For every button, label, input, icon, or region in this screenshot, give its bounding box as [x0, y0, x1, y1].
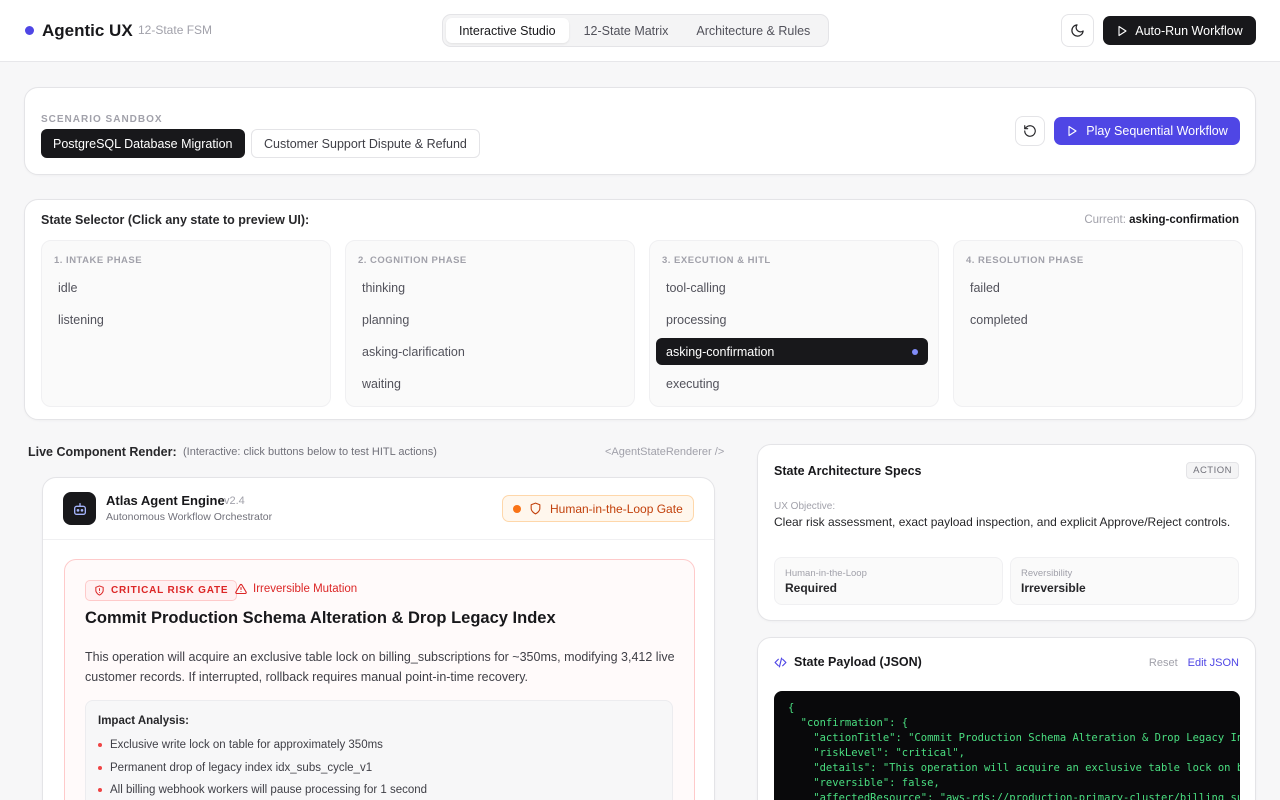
state-waiting[interactable]: waiting	[352, 370, 624, 397]
irreversible-tag: Irreversible Mutation	[235, 583, 357, 595]
brand-dot-icon	[25, 26, 34, 35]
state-type-badge: ACTION	[1186, 462, 1239, 479]
risk-description: This operation will acquire an exclusive…	[85, 650, 675, 684]
risk-title: Commit Production Schema Alteration & Dr…	[85, 609, 556, 627]
state-listening[interactable]: listening	[48, 306, 320, 333]
state-processing[interactable]: processing	[656, 306, 928, 333]
reversibility-spec-label: Reversibility	[1021, 568, 1073, 579]
scenario-support-dispute[interactable]: Customer Support Dispute & Refund	[251, 129, 480, 158]
phase-title: 4. RESOLUTION PHASE	[966, 255, 1084, 266]
reversibility-spec-value: Irreversible	[1021, 581, 1086, 595]
payload-reset-button[interactable]: Reset	[1149, 657, 1178, 669]
state-planning[interactable]: planning	[352, 306, 624, 333]
list-item: Permanent drop of legacy index idx_subs_…	[98, 757, 427, 780]
json-payload-viewer[interactable]: { "confirmation": { "actionTitle": "Comm…	[774, 691, 1240, 800]
payload-title-label: State Payload (JSON)	[794, 655, 922, 669]
specs-title: State Architecture Specs	[774, 464, 922, 478]
agent-avatar	[63, 492, 96, 525]
tab-interactive-studio[interactable]: Interactive Studio	[446, 18, 569, 43]
state-label: asking-confirmation	[666, 344, 775, 359]
tab-12-state-matrix[interactable]: 12-State Matrix	[571, 18, 682, 43]
phase-title: 1. INTAKE PHASE	[54, 255, 143, 266]
phase-resolution: 4. RESOLUTION PHASE failed completed	[953, 240, 1243, 407]
active-state-dot-icon	[912, 349, 918, 355]
scenario-sandbox: SCENARIO SANDBOX PostgreSQL Database Mig…	[24, 87, 1256, 175]
current-state-value: asking-confirmation	[1129, 214, 1239, 226]
agent-name: Atlas Agent Engine	[106, 493, 225, 508]
play-icon	[1068, 125, 1077, 137]
play-sequential-label: Play Sequential Workflow	[1086, 124, 1228, 138]
bot-icon	[73, 502, 86, 515]
auto-run-label: Auto-Run Workflow	[1135, 23, 1243, 38]
state-idle[interactable]: idle	[48, 274, 320, 301]
state-payload: State Payload (JSON) Reset Edit JSON { "…	[757, 637, 1256, 800]
ux-objective-label: UX Objective:	[774, 501, 836, 512]
list-item: Exclusive write lock on table for approx…	[98, 734, 427, 757]
state-executing[interactable]: executing	[656, 370, 928, 397]
critical-risk-badge: CRITICAL RISK GATE	[85, 580, 238, 601]
critical-risk-label: CRITICAL RISK GATE	[111, 585, 229, 596]
state-completed[interactable]: completed	[960, 306, 1232, 333]
hitl-spec: Human-in-the-Loop Required	[774, 557, 1003, 605]
warning-triangle-icon	[235, 583, 247, 595]
state-tool-calling[interactable]: tool-calling	[656, 274, 928, 301]
state-failed[interactable]: failed	[960, 274, 1232, 301]
agent-header: Atlas Agent Engine v2.4 Autonomous Workf…	[43, 478, 714, 540]
brand-title: Agentic UX	[42, 21, 133, 40]
state-thinking[interactable]: thinking	[352, 274, 624, 301]
irreversible-label: Irreversible Mutation	[253, 583, 358, 595]
component-tag: <AgentStateRenderer />	[605, 446, 725, 458]
current-state-readout: Current: asking-confirmation	[1084, 214, 1239, 226]
shield-alert-icon	[95, 585, 104, 596]
hitl-gate-badge: Human-in-the-Loop Gate	[502, 495, 694, 522]
reversibility-spec: Reversibility Irreversible	[1010, 557, 1239, 605]
play-sequential-workflow-button[interactable]: Play Sequential Workflow	[1054, 117, 1240, 145]
theme-toggle-button[interactable]	[1061, 14, 1094, 47]
hitl-spec-value: Required	[785, 581, 838, 595]
phase-execution: 3. EXECUTION & HITL tool-calling process…	[649, 240, 939, 407]
list-item: All billing webhook workers will pause p…	[98, 779, 427, 800]
agent-version: v2.4	[224, 495, 245, 507]
hitl-spec-label: Human-in-the-Loop	[785, 568, 867, 579]
ux-objective-text: Clear risk assessment, exact payload ins…	[774, 515, 1231, 529]
sandbox-eyebrow: SCENARIO SANDBOX	[41, 114, 163, 125]
impact-list: Exclusive write lock on table for approx…	[98, 734, 427, 800]
phase-title: 2. COGNITION PHASE	[358, 255, 467, 266]
shield-icon	[530, 502, 541, 515]
impact-analysis: Impact Analysis: Exclusive write lock on…	[85, 700, 673, 800]
view-tabs: Interactive Studio 12-State Matrix Archi…	[442, 14, 829, 47]
live-render-label: Live Component Render:	[28, 445, 177, 459]
phase-intake: 1. INTAKE PHASE idle listening	[41, 240, 331, 407]
auto-run-workflow-button[interactable]: Auto-Run Workflow	[1103, 16, 1256, 45]
state-selector: State Selector (Click any state to previ…	[24, 199, 1256, 420]
payload-actions: Reset Edit JSON	[1149, 657, 1239, 669]
tab-architecture-rules[interactable]: Architecture & Rules	[683, 18, 823, 43]
rotate-ccw-icon	[1024, 125, 1036, 137]
play-icon	[1118, 25, 1127, 36]
state-selector-title: State Selector (Click any state to previ…	[41, 213, 310, 227]
edit-json-button[interactable]: Edit JSON	[1188, 657, 1239, 669]
code-icon	[774, 657, 787, 667]
payload-title: State Payload (JSON)	[774, 655, 922, 669]
scenario-postgresql[interactable]: PostgreSQL Database Migration	[41, 129, 245, 158]
live-render-hint: (Interactive: click buttons below to tes…	[183, 446, 437, 458]
moon-icon	[1071, 24, 1084, 37]
top-bar: Agentic UX 12-State FSM Interactive Stud…	[0, 0, 1280, 62]
state-asking-clarification[interactable]: asking-clarification	[352, 338, 624, 365]
agent-state-renderer: Atlas Agent Engine v2.4 Autonomous Workf…	[42, 477, 715, 800]
reset-scenario-button[interactable]	[1015, 116, 1045, 146]
impact-title: Impact Analysis:	[98, 715, 189, 727]
current-state-label: Current:	[1084, 214, 1126, 226]
status-dot-icon	[513, 504, 521, 513]
critical-risk-panel: CRITICAL RISK GATE Irreversible Mutation…	[64, 559, 695, 800]
brand-subtitle: 12-State FSM	[138, 23, 213, 37]
agent-role: Autonomous Workflow Orchestrator	[106, 511, 273, 523]
state-architecture-specs: State Architecture Specs ACTION UX Objec…	[757, 444, 1256, 621]
state-asking-confirmation[interactable]: asking-confirmation	[656, 338, 928, 365]
hitl-badge-label: Human-in-the-Loop Gate	[550, 501, 683, 516]
phase-cognition: 2. COGNITION PHASE thinking planning ask…	[345, 240, 635, 407]
phase-title: 3. EXECUTION & HITL	[662, 255, 771, 266]
